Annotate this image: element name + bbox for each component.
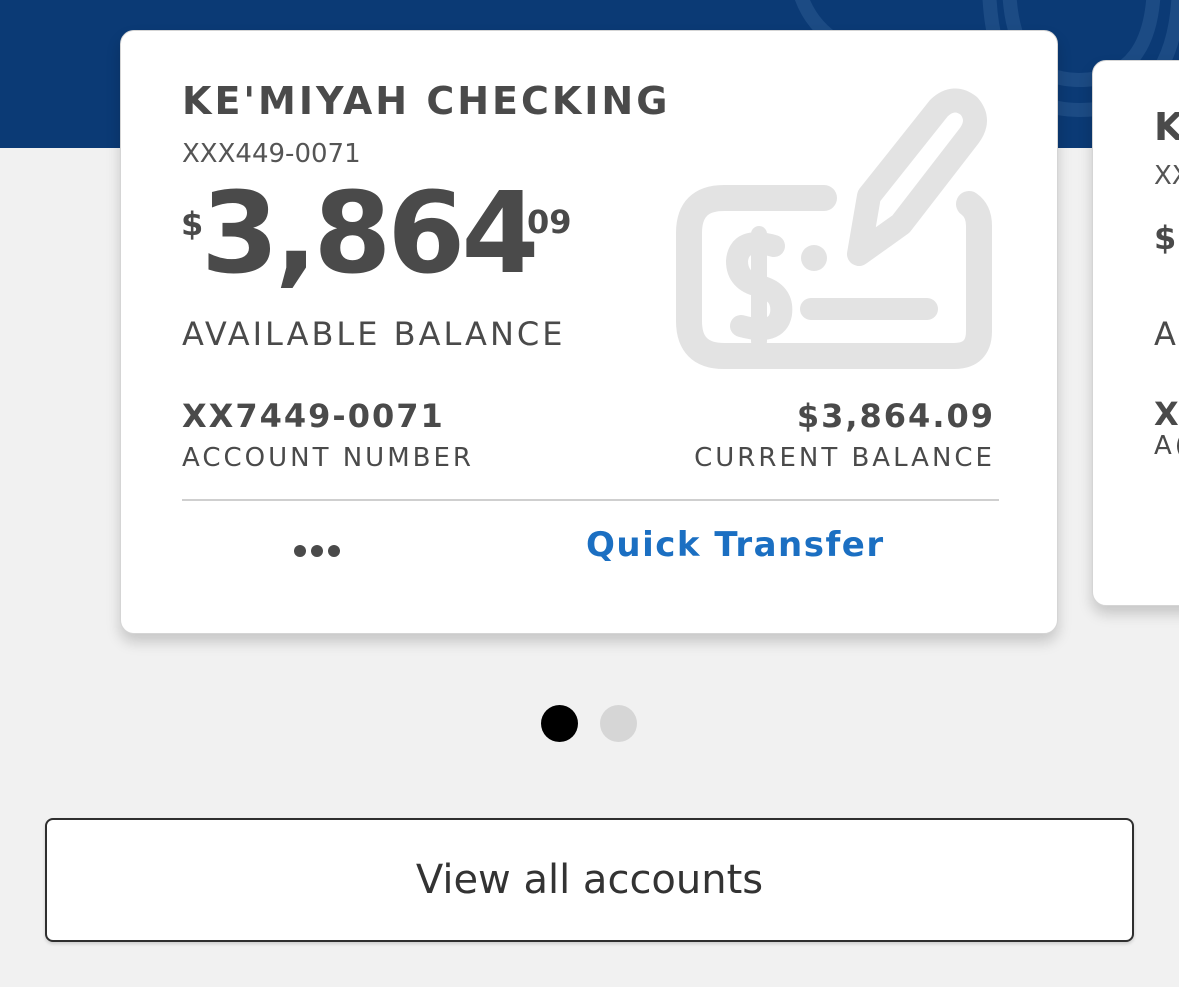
account-masked-number: XXX449-0071	[182, 139, 361, 169]
account-title: KE'MIYAH CHECKING	[182, 79, 671, 123]
current-balance-label: CURRENT BALANCE	[694, 443, 995, 473]
available-balance-label: A	[1154, 315, 1179, 353]
card-divider	[182, 499, 999, 501]
account-card-next[interactable]: K XX $ A X A(	[1092, 60, 1179, 606]
current-balance: $3,864.09	[796, 397, 995, 435]
account-number: XX7449-0071	[182, 397, 445, 435]
available-balance: $	[1154, 219, 1177, 257]
account-number-label: ACCOUNT NUMBER	[182, 443, 474, 473]
view-all-accounts-button[interactable]: View all accounts	[45, 818, 1134, 942]
balance-cents: 09	[527, 203, 572, 241]
check-with-dollar-and-pen-icon	[676, 88, 992, 369]
available-balance-label: AVAILABLE BALANCE	[182, 315, 566, 353]
more-dot-icon	[294, 545, 306, 557]
balance-dollars: 3,864	[201, 169, 539, 299]
more-dot-icon	[328, 545, 340, 557]
account-title: K	[1154, 105, 1179, 149]
more-dot-icon	[311, 545, 323, 557]
account-number-label: A(	[1154, 431, 1179, 461]
more-options-button[interactable]	[281, 536, 353, 566]
quick-transfer-link[interactable]: Quick Transfer	[586, 525, 885, 565]
account-masked-number: XX	[1154, 161, 1179, 191]
accounts-screen: K XX $ A X A( KE'MIYAH CHECKING XXX449-0…	[0, 0, 1179, 987]
pagination-dot-2[interactable]	[600, 705, 637, 742]
account-number: X	[1154, 395, 1179, 433]
account-card[interactable]: KE'MIYAH CHECKING XXX449-0071 $ 3,864 09…	[120, 30, 1058, 634]
pagination-dot-1[interactable]	[541, 705, 578, 742]
currency-symbol: $	[181, 205, 204, 243]
carousel-pagination	[541, 705, 637, 742]
